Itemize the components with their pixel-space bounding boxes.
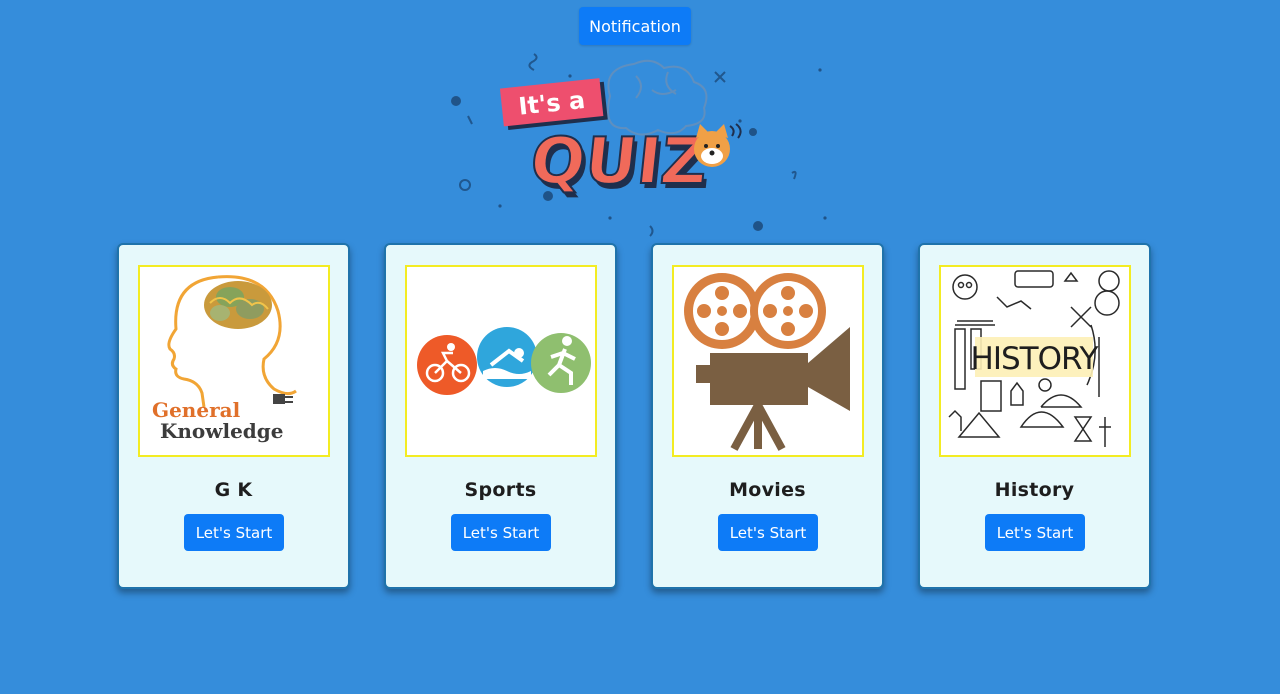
category-card-movies: Movies Let's Start (651, 243, 884, 589)
movies-image (672, 265, 864, 457)
quiz-logo: It's a QUIZ QUIZ (440, 46, 840, 242)
dog-mascot-icon (694, 123, 742, 167)
sports-image (405, 265, 597, 457)
start-button-gk[interactable]: Let's Start (184, 514, 284, 551)
start-button-sports[interactable]: Let's Start (451, 514, 551, 551)
category-title-gk: G K (214, 479, 253, 501)
category-card-sports: Sports Let's Start (384, 243, 617, 589)
history-image-text: HISTORY (971, 341, 1099, 377)
brain-head-icon (167, 275, 297, 408)
category-card-history: HISTORY History Let's Start (918, 243, 1151, 589)
film-projector-icon (684, 273, 850, 451)
notification-button[interactable]: Notification (579, 7, 691, 45)
category-title-history: History (994, 479, 1075, 501)
start-button-movies[interactable]: Let's Start (718, 514, 818, 551)
start-button-history[interactable]: Let's Start (985, 514, 1085, 551)
history-image: HISTORY (939, 265, 1131, 457)
gk-image-text-2: Knowledge (160, 419, 284, 443)
gk-image: General Knowledge (138, 265, 330, 457)
logo-text-main: QUIZ (527, 124, 711, 199)
category-cards: General Knowledge G K Let's Start Sports… (117, 243, 1157, 593)
category-card-gk: General Knowledge G K Let's Start (117, 243, 350, 589)
category-title-movies: Movies (729, 479, 806, 501)
category-title-sports: Sports (464, 479, 537, 501)
quiz-home-page: Notification It's a QUIZ QUIZ General Kn… (0, 0, 1280, 694)
triathlon-icon (417, 327, 591, 395)
